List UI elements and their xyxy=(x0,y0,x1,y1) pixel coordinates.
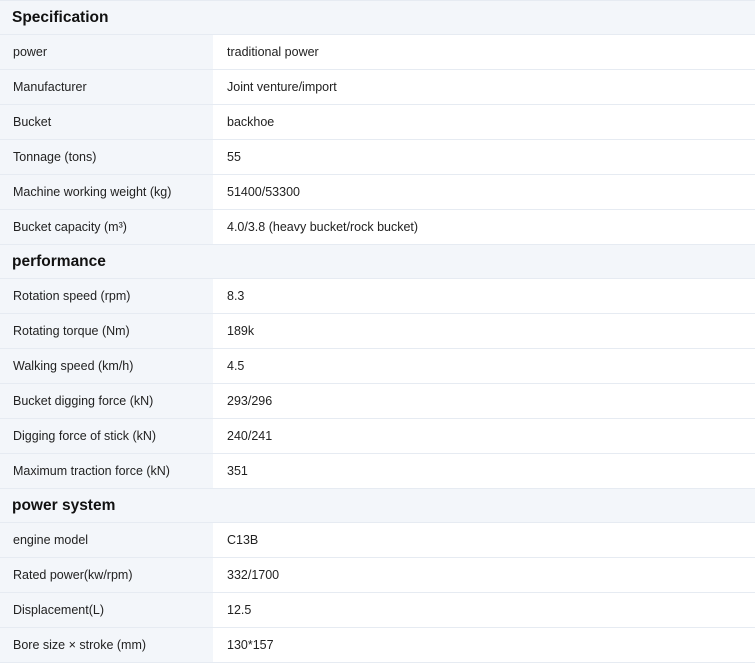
table-row: Rated power(kw/rpm) 332/1700 xyxy=(0,558,755,593)
section-header-power-system: power system xyxy=(0,489,755,523)
row-value: 189k xyxy=(213,314,755,348)
row-label: Maximum traction force (kN) xyxy=(0,454,213,488)
row-label: engine model xyxy=(0,523,213,557)
section-header-performance: performance xyxy=(0,245,755,279)
row-label: Manufacturer xyxy=(0,70,213,104)
row-label: Bucket digging force (kN) xyxy=(0,384,213,418)
row-label: Machine working weight (kg) xyxy=(0,175,213,209)
table-row: Displacement(L) 12.5 xyxy=(0,593,755,628)
row-value: backhoe xyxy=(213,105,755,139)
row-value: 4.5 xyxy=(213,349,755,383)
row-value: 332/1700 xyxy=(213,558,755,592)
table-row: Rotation speed (rpm) 8.3 xyxy=(0,279,755,314)
row-label: Bucket xyxy=(0,105,213,139)
row-label: Bucket capacity (m³) xyxy=(0,210,213,244)
row-value: 240/241 xyxy=(213,419,755,453)
table-row: Bucket backhoe xyxy=(0,105,755,140)
row-label: Digging force of stick (kN) xyxy=(0,419,213,453)
row-label: Rated power(kw/rpm) xyxy=(0,558,213,592)
spec-table: Specification power traditional power Ma… xyxy=(0,0,755,663)
row-value: 8.3 xyxy=(213,279,755,313)
table-row: Manufacturer Joint venture/import xyxy=(0,70,755,105)
row-label: Tonnage (tons) xyxy=(0,140,213,174)
row-label: Walking speed (km/h) xyxy=(0,349,213,383)
section-header-specification: Specification xyxy=(0,1,755,35)
row-label: Rotation speed (rpm) xyxy=(0,279,213,313)
row-value: 4.0/3.8 (heavy bucket/rock bucket) xyxy=(213,210,755,244)
row-value: Joint venture/import xyxy=(213,70,755,104)
row-value: 55 xyxy=(213,140,755,174)
row-value: C13B xyxy=(213,523,755,557)
row-label: Bore size × stroke (mm) xyxy=(0,628,213,662)
row-value: 293/296 xyxy=(213,384,755,418)
table-row: Tonnage (tons) 55 xyxy=(0,140,755,175)
table-row: power traditional power xyxy=(0,35,755,70)
row-label: Displacement(L) xyxy=(0,593,213,627)
row-label: power xyxy=(0,35,213,69)
row-value: traditional power xyxy=(213,35,755,69)
table-row: Maximum traction force (kN) 351 xyxy=(0,454,755,489)
row-label: Rotating torque (Nm) xyxy=(0,314,213,348)
table-row: Digging force of stick (kN) 240/241 xyxy=(0,419,755,454)
table-row: Bucket digging force (kN) 293/296 xyxy=(0,384,755,419)
table-row: Rotating torque (Nm) 189k xyxy=(0,314,755,349)
row-value: 51400/53300 xyxy=(213,175,755,209)
row-value: 351 xyxy=(213,454,755,488)
table-row: Machine working weight (kg) 51400/53300 xyxy=(0,175,755,210)
table-row: engine model C13B xyxy=(0,523,755,558)
table-row: Bore size × stroke (mm) 130*157 xyxy=(0,628,755,663)
row-value: 130*157 xyxy=(213,628,755,662)
table-row: Bucket capacity (m³) 4.0/3.8 (heavy buck… xyxy=(0,210,755,245)
table-row: Walking speed (km/h) 4.5 xyxy=(0,349,755,384)
row-value: 12.5 xyxy=(213,593,755,627)
